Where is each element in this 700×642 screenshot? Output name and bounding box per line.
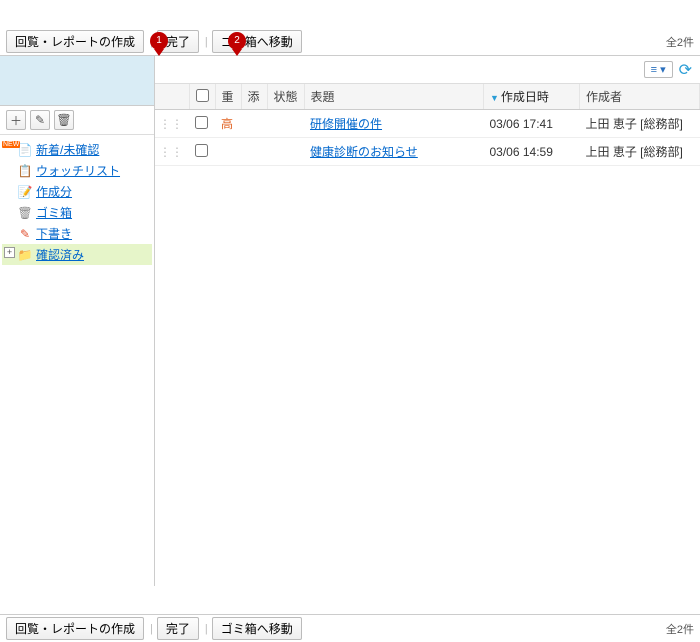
chevron-down-icon: ▾ xyxy=(660,63,666,76)
record-count-footer: 全2件 xyxy=(666,621,694,637)
separator: | xyxy=(150,36,153,48)
col-priority[interactable]: 重 xyxy=(215,84,241,110)
sidebar-header xyxy=(0,56,154,106)
folder-icon: 📁 xyxy=(18,248,32,262)
folder-label[interactable]: 下書き xyxy=(36,225,72,242)
folder-new-unread[interactable]: NEW 📄 新着/未確認 xyxy=(2,139,152,160)
row-checkbox-cell[interactable] xyxy=(189,138,215,166)
view-mode-dropdown[interactable]: ≡ ▾ xyxy=(644,61,673,78)
folder-label[interactable]: 新着/未確認 xyxy=(36,141,99,158)
report-grid: 重 添 状態 表題 ▼作成日時 作成者 ⋮⋮ 高 xyxy=(155,84,700,586)
move-to-trash-button-footer[interactable]: ゴミ箱へ移動 xyxy=(212,617,302,640)
main-area: ＋ ✎ 🗑 NEW 📄 新着/未確認 📋 ウォッチリスト 📝 作成分 🗑 ゴミ箱 xyxy=(0,56,700,586)
folder-watchlist[interactable]: 📋 ウォッチリスト xyxy=(2,160,152,181)
document-icon: 📄 xyxy=(18,143,32,157)
refresh-button[interactable]: ⟳ xyxy=(679,60,692,80)
report-table: 重 添 状態 表題 ▼作成日時 作成者 ⋮⋮ 高 xyxy=(155,84,700,166)
col-created[interactable]: ▼作成日時 xyxy=(484,84,580,110)
new-badge-icon: NEW xyxy=(2,141,20,148)
folder-drafts[interactable]: ✎ 下書き xyxy=(2,223,152,244)
subject-link[interactable]: 健康診断のお知らせ xyxy=(310,145,418,159)
drag-handle-icon[interactable]: ⋮⋮ xyxy=(155,138,189,166)
status-cell xyxy=(267,110,304,138)
folder-label[interactable]: ゴミ箱 xyxy=(36,204,72,221)
record-count: 全2件 xyxy=(666,34,694,50)
folder-label[interactable]: 作成分 xyxy=(36,183,72,200)
row-checkbox[interactable] xyxy=(195,144,208,157)
attachment-cell xyxy=(241,110,267,138)
col-subject[interactable]: 表題 xyxy=(304,84,483,110)
priority-cell: 高 xyxy=(215,110,241,138)
subject-cell: 研修開催の件 xyxy=(304,110,483,138)
folder-trash[interactable]: 🗑 ゴミ箱 xyxy=(2,202,152,223)
priority-cell xyxy=(215,138,241,166)
table-row[interactable]: ⋮⋮ 健康診断のお知らせ 03/06 14:59 上田 恵子 [総務部] xyxy=(155,138,700,166)
list-toolbar: ≡ ▾ ⟳ xyxy=(155,56,700,84)
bottom-toolbar: 回覧・レポートの作成 | 完了 | ゴミ箱へ移動 全2件 xyxy=(0,614,700,642)
done-button-footer[interactable]: 完了 xyxy=(157,617,199,640)
edit-folder-button[interactable]: ✎ xyxy=(30,110,50,130)
create-report-button[interactable]: 回覧・レポートの作成 xyxy=(6,30,144,53)
col-attachment[interactable]: 添 xyxy=(241,84,267,110)
folder-confirmed[interactable]: + 📁 確認済み xyxy=(2,244,152,265)
separator: | xyxy=(205,36,208,48)
created-cell: 03/06 14:59 xyxy=(484,138,580,166)
sort-indicator-icon: ▼ xyxy=(490,93,499,103)
folder-label[interactable]: 確認済み xyxy=(36,246,84,263)
separator: | xyxy=(205,623,208,635)
table-header-row: 重 添 状態 表題 ▼作成日時 作成者 xyxy=(155,84,700,110)
folder-label[interactable]: ウォッチリスト xyxy=(36,162,120,179)
move-to-trash-button[interactable]: ゴミ箱へ移動 xyxy=(212,30,302,53)
author-cell: 上田 恵子 [総務部] xyxy=(580,110,700,138)
status-cell xyxy=(267,138,304,166)
separator: | xyxy=(150,623,153,635)
subject-link[interactable]: 研修開催の件 xyxy=(310,117,382,131)
drag-handle-icon[interactable]: ⋮⋮ xyxy=(155,110,189,138)
pencil-icon: ✎ xyxy=(18,227,32,241)
sidebar-toolbar: ＋ ✎ 🗑 xyxy=(0,106,154,135)
top-toolbar: 回覧・レポートの作成 | 完了 | ゴミ箱へ移動 全2件 xyxy=(0,28,700,56)
col-checkbox[interactable] xyxy=(189,84,215,110)
row-checkbox[interactable] xyxy=(195,116,208,129)
col-created-label: 作成日時 xyxy=(501,90,549,104)
content-panel: ≡ ▾ ⟳ 重 添 状態 表題 ▼作成日時 xyxy=(155,56,700,586)
col-author[interactable]: 作成者 xyxy=(580,84,700,110)
add-folder-button[interactable]: ＋ xyxy=(6,110,26,130)
author-cell: 上田 恵子 [総務部] xyxy=(580,138,700,166)
sidebar: ＋ ✎ 🗑 NEW 📄 新着/未確認 📋 ウォッチリスト 📝 作成分 🗑 ゴミ箱 xyxy=(0,56,155,586)
col-status[interactable]: 状態 xyxy=(267,84,304,110)
clipboard-icon: 📋 xyxy=(18,164,32,178)
created-cell: 03/06 17:41 xyxy=(484,110,580,138)
delete-folder-button[interactable]: 🗑 xyxy=(54,110,74,130)
col-handle xyxy=(155,84,189,110)
folder-tree: NEW 📄 新着/未確認 📋 ウォッチリスト 📝 作成分 🗑 ゴミ箱 ✎ 下書き xyxy=(0,135,154,269)
trash-icon: 🗑 xyxy=(18,206,32,220)
attachment-cell xyxy=(241,138,267,166)
table-row[interactable]: ⋮⋮ 高 研修開催の件 03/06 17:41 上田 恵子 [総務部] xyxy=(155,110,700,138)
done-button[interactable]: 完了 xyxy=(157,30,199,53)
select-all-checkbox[interactable] xyxy=(196,89,209,102)
folder-created[interactable]: 📝 作成分 xyxy=(2,181,152,202)
create-report-button-footer[interactable]: 回覧・レポートの作成 xyxy=(6,617,144,640)
subject-cell: 健康診断のお知らせ xyxy=(304,138,483,166)
list-icon: ≡ xyxy=(651,64,657,76)
row-checkbox-cell[interactable] xyxy=(189,110,215,138)
note-icon: 📝 xyxy=(18,185,32,199)
expand-toggle-icon[interactable]: + xyxy=(4,247,15,258)
